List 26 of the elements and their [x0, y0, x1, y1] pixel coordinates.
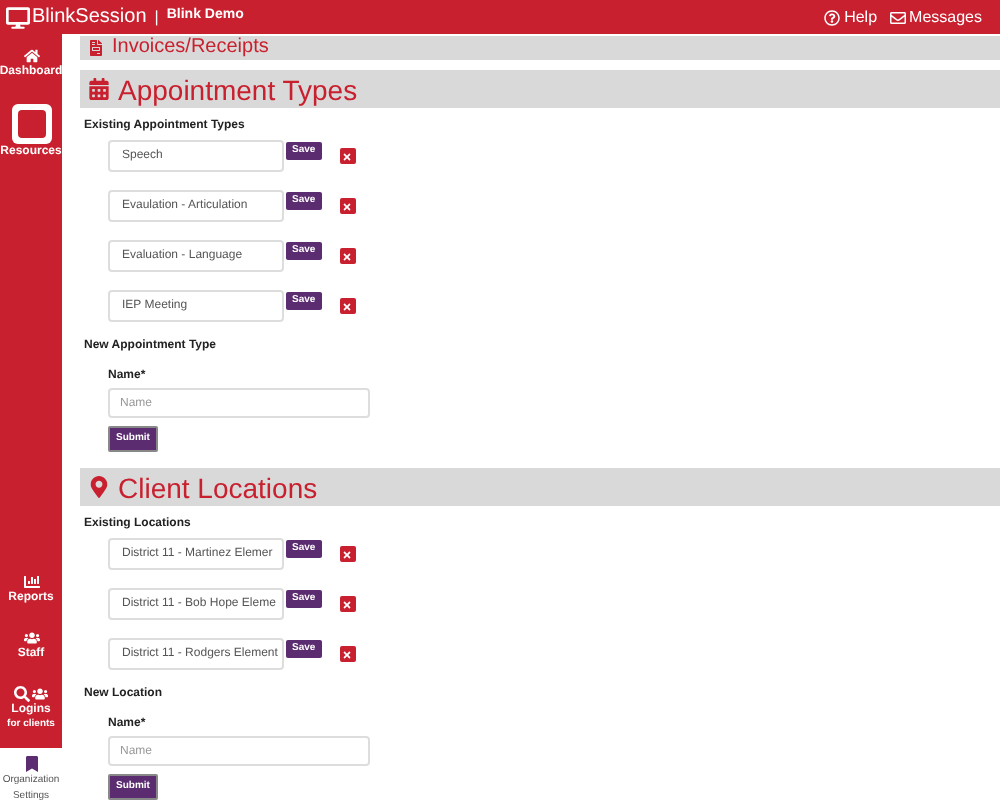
delete-icon[interactable]: [339, 596, 356, 612]
help-icon: [824, 9, 841, 25]
delete-icon[interactable]: [339, 248, 356, 264]
delete-icon[interactable]: [339, 198, 356, 214]
search-people-icon: [14, 686, 48, 702]
help-link[interactable]: Help: [824, 5, 878, 29]
invoice-icon: [88, 40, 104, 56]
section-title: Appointment Types: [118, 75, 358, 103]
resources-icon: [11, 104, 51, 144]
people-icon: [23, 630, 39, 646]
delete-icon[interactable]: [339, 298, 356, 314]
messages-link[interactable]: Messages: [889, 5, 982, 29]
separator: |: [154, 5, 159, 29]
monitor-icon: [6, 5, 30, 29]
section-title: Client Locations: [118, 473, 318, 501]
envelope-icon: [889, 9, 906, 25]
delete-icon[interactable]: [339, 148, 356, 164]
home-icon: [23, 48, 39, 64]
section-title: Invoices/Receipts: [112, 38, 269, 58]
calendar-icon: [88, 78, 110, 100]
bookmark-icon: [23, 756, 39, 772]
brand-name[interactable]: BlinkSession: [32, 2, 147, 32]
bar-chart-icon: [23, 574, 39, 590]
delete-icon[interactable]: [339, 646, 356, 662]
map-pin-icon: [88, 476, 110, 498]
delete-icon[interactable]: [339, 546, 356, 562]
